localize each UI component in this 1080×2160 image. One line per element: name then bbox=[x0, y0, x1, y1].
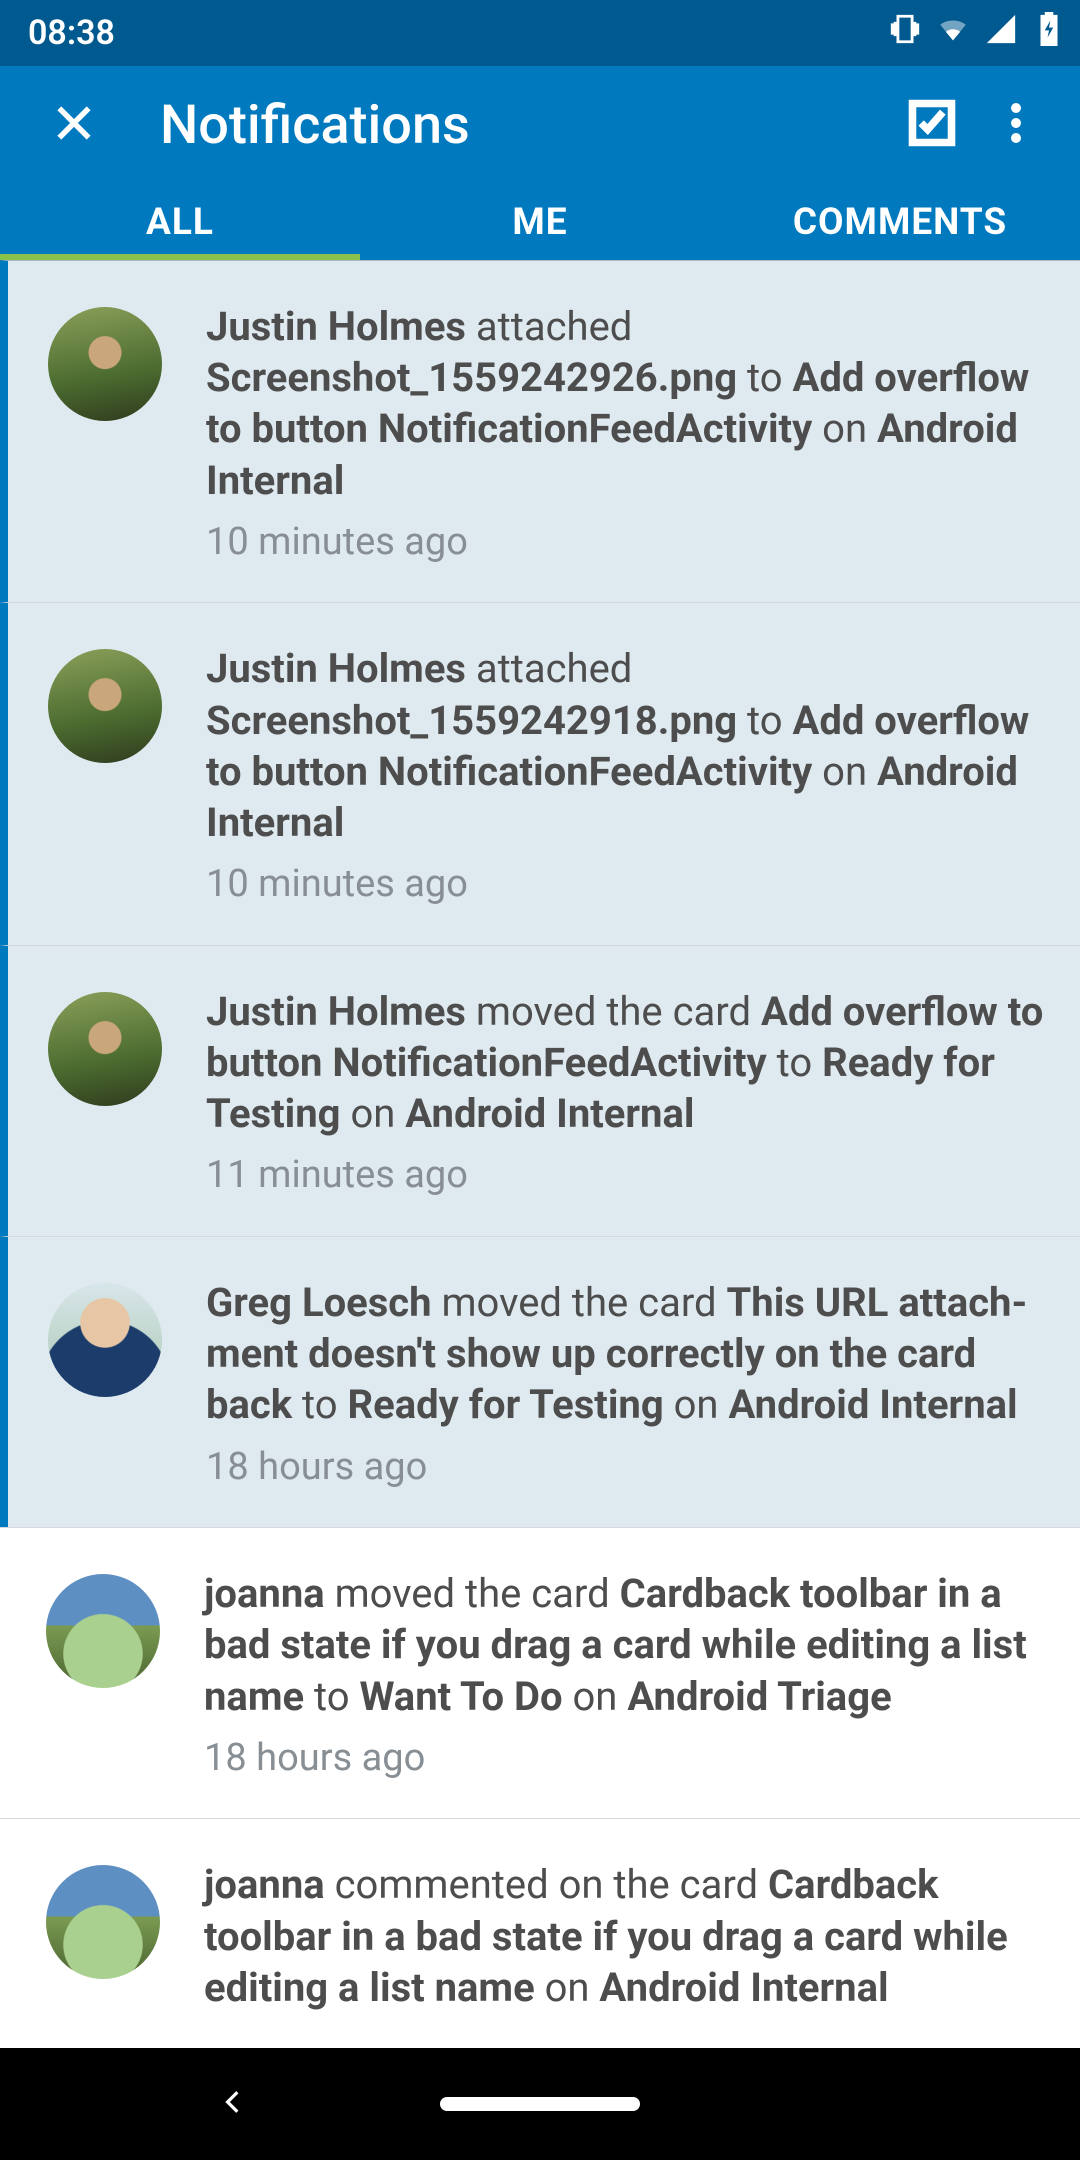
avatar bbox=[48, 992, 162, 1106]
cell-signal-icon bbox=[984, 12, 1018, 55]
avatar bbox=[46, 1865, 160, 1979]
notification-timestamp: 10 minutes ago bbox=[206, 518, 1046, 567]
checkbox-checked-icon bbox=[906, 97, 958, 153]
status-time: 08:38 bbox=[28, 13, 115, 53]
overflow-menu-button[interactable] bbox=[974, 83, 1058, 167]
notification-timestamp: 18 hours ago bbox=[204, 1734, 1046, 1783]
notification-text: Justin Holmes moved the card Add overflo… bbox=[206, 986, 1046, 1200]
notification-text: joanna moved the card Cardback toolbar i… bbox=[204, 1568, 1046, 1782]
tab-all[interactable]: ALL bbox=[0, 184, 360, 260]
notification-row[interactable]: joanna moved the card Cardback toolbar i… bbox=[0, 1527, 1080, 1818]
notification-timestamp: 18 hours ago bbox=[206, 1443, 1046, 1492]
tab-comments[interactable]: COMMENTS bbox=[720, 184, 1080, 260]
chevron-left-icon bbox=[220, 2100, 246, 2119]
notification-text: Justin Holmes attached Screenshot_155924… bbox=[206, 643, 1046, 908]
avatar bbox=[48, 307, 162, 421]
more-vert-icon bbox=[1011, 102, 1021, 148]
notification-row[interactable]: joanna commented on the card Cardback to… bbox=[0, 1818, 1080, 2048]
notification-timestamp: 11 minutes ago bbox=[206, 1151, 1046, 1200]
tab-indicator bbox=[0, 254, 360, 260]
notification-list[interactable]: Justin Holmes attached Screenshot_155924… bbox=[0, 260, 1080, 2048]
close-button[interactable] bbox=[38, 89, 110, 161]
nav-back-button[interactable] bbox=[220, 2089, 246, 2119]
mark-all-read-button[interactable] bbox=[890, 83, 974, 167]
battery-charging-icon bbox=[1032, 12, 1052, 55]
notification-row[interactable]: Justin Holmes attached Screenshot_155924… bbox=[0, 260, 1080, 602]
app-bar: Notifications bbox=[0, 66, 1080, 184]
nav-home-pill[interactable] bbox=[440, 2097, 640, 2111]
tabs: ALL ME COMMENTS bbox=[0, 184, 1080, 260]
system-nav-bar bbox=[0, 2048, 1080, 2160]
notification-row[interactable]: Justin Holmes attached Screenshot_155924… bbox=[0, 602, 1080, 944]
tab-me[interactable]: ME bbox=[360, 184, 720, 260]
avatar bbox=[46, 1574, 160, 1688]
status-bar: 08:38 bbox=[0, 0, 1080, 66]
vibrate-icon bbox=[888, 12, 922, 55]
notification-text: joanna commented on the card Cardback to… bbox=[204, 1859, 1046, 2013]
avatar bbox=[48, 649, 162, 763]
avatar bbox=[48, 1283, 162, 1397]
close-icon bbox=[52, 101, 96, 149]
page-title: Notifications bbox=[160, 94, 890, 157]
notification-text: Greg Loesch moved the card This URL atta… bbox=[206, 1277, 1046, 1491]
wifi-icon bbox=[936, 12, 970, 55]
notification-row[interactable]: Greg Loesch moved the card This URL atta… bbox=[0, 1236, 1080, 1527]
notification-row[interactable]: Justin Holmes moved the card Add overflo… bbox=[0, 945, 1080, 1236]
notification-text: Justin Holmes attached Screenshot_155924… bbox=[206, 301, 1046, 566]
notification-timestamp: 10 minutes ago bbox=[206, 860, 1046, 909]
